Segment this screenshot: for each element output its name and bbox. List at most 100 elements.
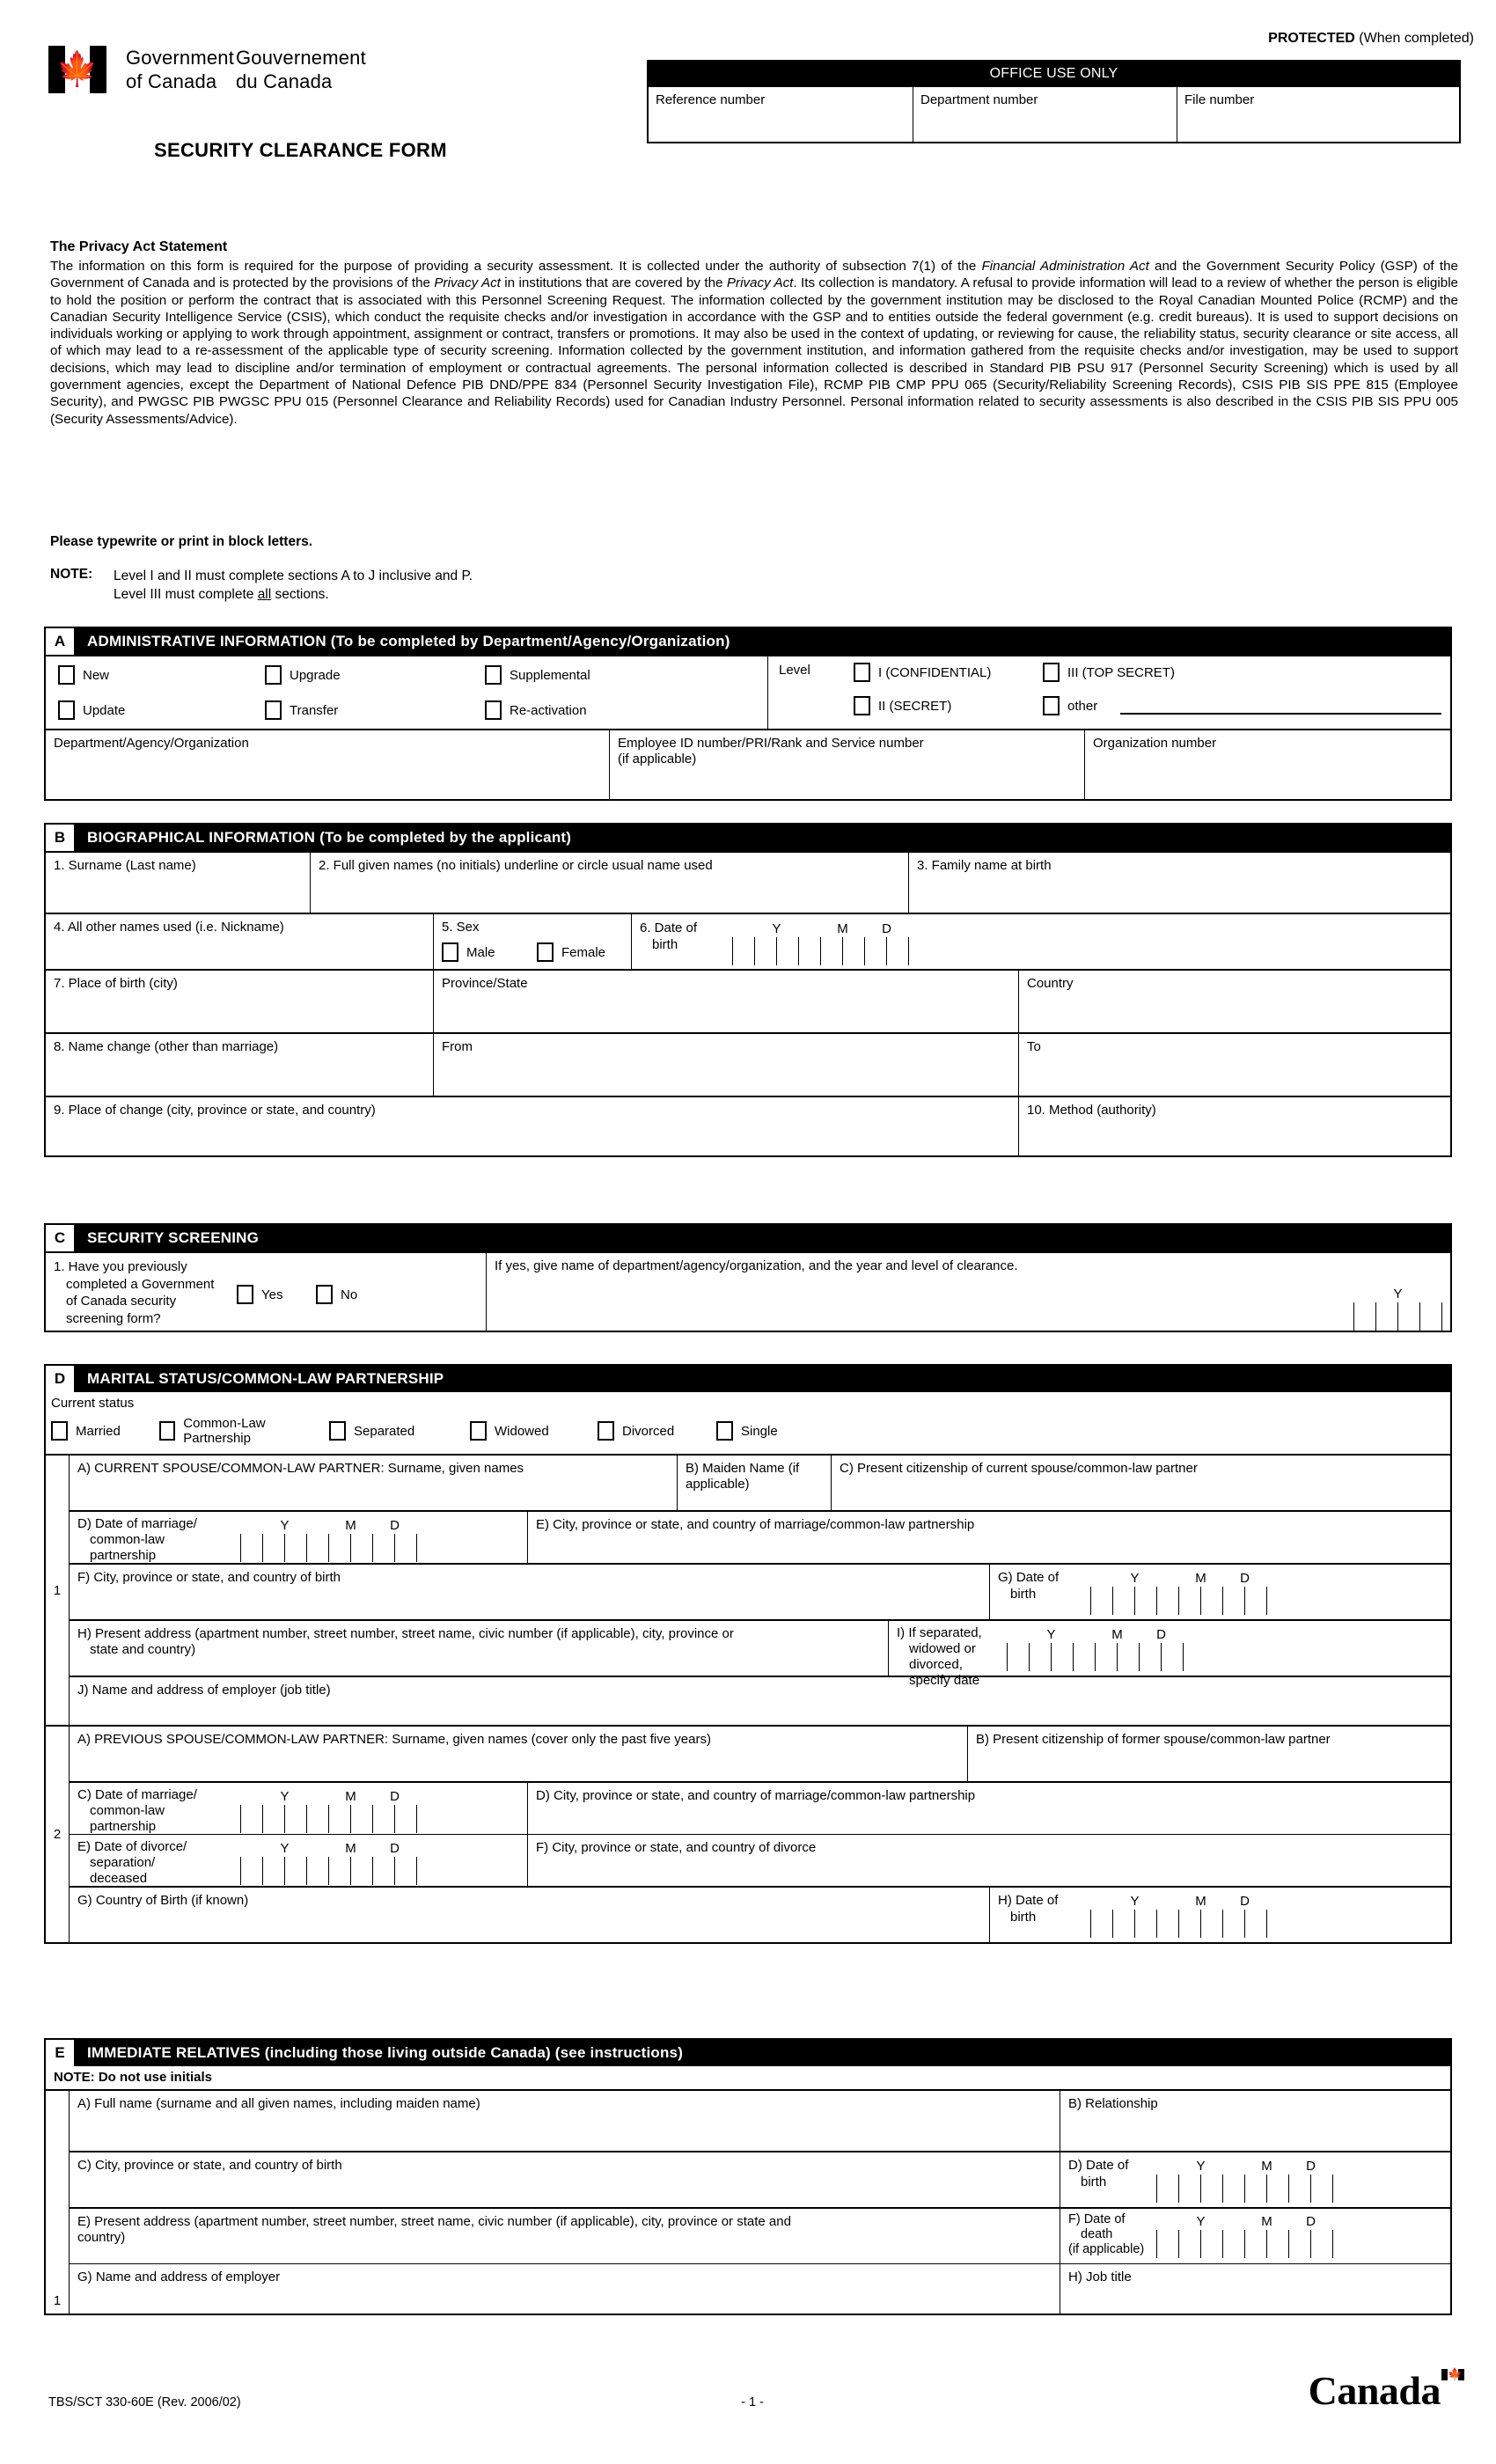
former-spouse-dob-comb[interactable]: YMD: [1090, 1892, 1267, 1942]
checkbox-upgrade-box[interactable]: [265, 665, 282, 685]
checkbox-single[interactable]: Single: [716, 1416, 778, 1446]
organization-number-field[interactable]: Organization number: [1084, 730, 1450, 799]
checkbox-separated[interactable]: Separated: [329, 1416, 470, 1446]
checkbox-new-box[interactable]: [58, 665, 75, 685]
checkbox-transfer[interactable]: Transfer: [265, 700, 485, 720]
checkbox-separated-box[interactable]: [329, 1421, 346, 1441]
field-spouse-dob[interactable]: G) Date of birth YMD: [989, 1565, 1450, 1619]
checkbox-reactivation[interactable]: Re-activation: [485, 700, 590, 720]
employee-id-field[interactable]: Employee ID number/PRI/Rank and Service …: [609, 730, 1084, 799]
field-relative-dob[interactable]: D) Date of birth YMD: [1060, 2152, 1450, 2207]
checkbox-level-other[interactable]: other: [1043, 696, 1441, 715]
checkbox-previous-yes-box[interactable]: [237, 1285, 253, 1304]
checkbox-level-ii-box[interactable]: [854, 696, 870, 715]
field-place-of-divorce[interactable]: F) City, province or state, and country …: [527, 1835, 1450, 1886]
date-of-marriage-2-comb[interactable]: YMD: [240, 1787, 417, 1834]
field-date-of-marriage-2[interactable]: C) Date of marriage/ common-law partners…: [70, 1783, 527, 1834]
relative-date-of-death-comb[interactable]: YMD: [1156, 2212, 1333, 2263]
department-number-field[interactable]: Department number: [913, 87, 1177, 142]
field-spouse-employer[interactable]: J) Name and address of employer (job tit…: [70, 1677, 1450, 1725]
field-relative-employer[interactable]: G) Name and address of employer: [70, 2264, 1060, 2314]
checkbox-common-law[interactable]: Common-Law Partnership: [159, 1416, 329, 1446]
checkbox-supplemental-box[interactable]: [485, 665, 502, 685]
reference-number-field[interactable]: Reference number: [649, 87, 913, 142]
field-relative-date-of-death[interactable]: F) Date of death (if applicable) YMD: [1060, 2209, 1450, 2263]
field-place-of-change[interactable]: 9. Place of change (city, province or st…: [46, 1097, 1018, 1155]
field-former-spouse-citizenship[interactable]: B) Present citizenship of former spouse/…: [967, 1727, 1450, 1781]
field-previous-spouse-name[interactable]: A) PREVIOUS SPOUSE/COMMON-LAW PARTNER: S…: [70, 1727, 967, 1781]
field-province-state[interactable]: Province/State: [433, 971, 1018, 1032]
field-place-of-marriage-2[interactable]: D) City, province or state, and country …: [527, 1783, 1450, 1834]
field-surname[interactable]: 1. Surname (Last name): [46, 853, 310, 913]
date-of-marriage-1-comb[interactable]: YMD: [240, 1516, 417, 1563]
field-current-spouse-name[interactable]: A) CURRENT SPOUSE/COMMON-LAW PARTNER: Su…: [70, 1456, 677, 1510]
checkbox-sex-female[interactable]: Female: [537, 942, 605, 962]
relative-dob-comb[interactable]: YMD: [1156, 2157, 1333, 2207]
rel-dob-line2: birth: [1081, 2174, 1107, 2189]
field-method-authority[interactable]: 10. Method (authority): [1018, 1097, 1450, 1155]
field-other-names[interactable]: 4. All other names used (i.e. Nickname): [46, 914, 433, 969]
field-separation-date[interactable]: I) If separated, widowed or divorced, sp…: [888, 1621, 1450, 1688]
checkbox-previous-yes[interactable]: Yes: [237, 1285, 316, 1304]
date-of-birth-comb[interactable]: YMD: [732, 920, 909, 969]
field-given-names[interactable]: 2. Full given names (no initials) underl…: [310, 853, 908, 913]
spouse-dob-comb[interactable]: YMD: [1090, 1569, 1267, 1619]
field-relative-present-address[interactable]: E) Present address (apartment number, st…: [70, 2209, 1060, 2263]
department-agency-field[interactable]: Department/Agency/Organization: [46, 730, 609, 799]
checkbox-level-iii[interactable]: III (TOP SECRET): [1043, 663, 1175, 682]
level-other-input[interactable]: [1120, 697, 1441, 715]
checkbox-level-i-box[interactable]: [854, 663, 870, 682]
checkbox-sex-male-box[interactable]: [442, 942, 458, 962]
checkbox-previous-no[interactable]: No: [316, 1285, 357, 1304]
checkbox-level-other-box[interactable]: [1043, 696, 1060, 715]
checkbox-widowed-box[interactable]: [470, 1421, 487, 1441]
checkbox-single-box[interactable]: [716, 1421, 733, 1441]
date-of-divorce-comb[interactable]: YMD: [240, 1839, 417, 1886]
checkbox-sex-male[interactable]: Male: [442, 942, 537, 962]
field-spouse-present-address[interactable]: H) Present address (apartment number, st…: [70, 1621, 888, 1676]
checkbox-level-iii-box[interactable]: [1043, 663, 1060, 682]
checkbox-previous-no-box[interactable]: [316, 1285, 333, 1304]
field-relative-job-title[interactable]: H) Job title: [1060, 2264, 1450, 2314]
checkbox-widowed[interactable]: Widowed: [470, 1416, 598, 1446]
field-relative-relationship[interactable]: B) Relationship: [1060, 2091, 1450, 2151]
checkbox-married-box[interactable]: [51, 1421, 68, 1441]
checkbox-reactivation-box[interactable]: [485, 700, 502, 720]
field-relative-full-name[interactable]: A) Full name (surname and all given name…: [70, 2091, 1060, 2151]
field-maiden-name[interactable]: B) Maiden Name (if applicable): [677, 1456, 831, 1510]
checkbox-new[interactable]: New: [58, 665, 265, 685]
field-spouse-citizenship[interactable]: C) Present citizenship of current spouse…: [831, 1456, 1450, 1510]
field-name-change-to[interactable]: To: [1018, 1034, 1450, 1096]
field-place-of-marriage-1[interactable]: E) City, province or state, and country …: [527, 1512, 1450, 1563]
checkbox-level-i[interactable]: I (CONFIDENTIAL): [854, 663, 1043, 682]
checkbox-supplemental[interactable]: Supplemental: [485, 665, 590, 685]
separation-date-comb[interactable]: YMD: [1007, 1625, 1184, 1676]
field-previous-clearance-details[interactable]: If yes, give name of department/agency/o…: [486, 1253, 1450, 1331]
field-place-of-birth-city[interactable]: 7. Place of birth (city): [46, 971, 433, 1032]
checkbox-divorced[interactable]: Divorced: [598, 1416, 716, 1446]
field-date-of-divorce[interactable]: E) Date of divorce/ separation/ deceased…: [70, 1835, 527, 1886]
field-name-change[interactable]: 8. Name change (other than marriage): [46, 1034, 433, 1096]
checkbox-update-box[interactable]: [58, 700, 75, 720]
checkbox-update[interactable]: Update: [58, 700, 265, 720]
spouse-block-2-number: 2: [46, 1727, 70, 1942]
checkbox-married[interactable]: Married: [51, 1416, 159, 1446]
checkbox-sex-female-box[interactable]: [537, 942, 554, 962]
field-date-of-marriage-1[interactable]: D) Date of marriage/ common-law partners…: [70, 1512, 527, 1563]
checkbox-transfer-box[interactable]: [265, 700, 282, 720]
field-name-change-from[interactable]: From: [433, 1034, 1018, 1096]
file-number-field[interactable]: File number: [1177, 87, 1459, 142]
field-relative-place-of-birth[interactable]: C) City, province or state, and country …: [70, 2152, 1060, 2207]
field-former-spouse-country-of-birth[interactable]: G) Country of Birth (if known): [70, 1888, 989, 1942]
field-country[interactable]: Country: [1018, 971, 1450, 1032]
checkbox-upgrade[interactable]: Upgrade: [265, 665, 485, 685]
checkbox-common-law-box[interactable]: [159, 1421, 176, 1441]
field-spouse-place-of-birth[interactable]: F) City, province or state, and country …: [70, 1565, 989, 1619]
field-former-spouse-dob[interactable]: H) Date of birth YMD: [989, 1888, 1450, 1942]
previous-clearance-year-comb[interactable]: Y: [1353, 1285, 1442, 1331]
field-family-name-at-birth[interactable]: 3. Family name at birth: [908, 853, 1450, 913]
field-method-authority-label: 10. Method (authority): [1027, 1103, 1156, 1118]
checkbox-level-ii[interactable]: II (SECRET): [854, 696, 1043, 715]
checkbox-divorced-box[interactable]: [598, 1421, 614, 1441]
field-date-of-birth[interactable]: 6. Date of birth YMD: [631, 914, 1450, 969]
